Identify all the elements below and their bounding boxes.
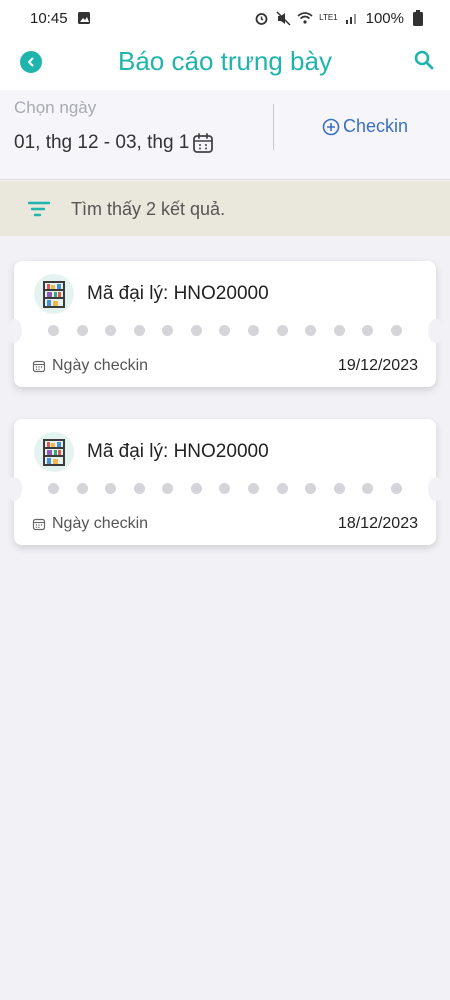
date-range-text: 01, thg 12 - 03, thg 1 <box>14 132 190 153</box>
sort-icon[interactable] <box>27 200 51 218</box>
result-bar: Tìm thấy 2 kết quả. <box>0 181 450 236</box>
checkin-date-label: Ngày checkin <box>32 515 148 533</box>
status-time: 10:45 <box>30 9 68 27</box>
search-icon <box>413 49 435 71</box>
status-right: LTE1 100% <box>253 10 426 27</box>
checkin-card[interactable]: Mã đại lý: HNO20000 Ngày checkin 18/12/2… <box>6 419 444 545</box>
search-button[interactable] <box>412 48 436 72</box>
checkin-date-label: Ngày checkin <box>32 357 148 375</box>
ticket-notch <box>428 319 444 343</box>
signal-icon <box>344 10 360 26</box>
date-label-text: Ngày checkin <box>52 515 149 532</box>
page-title: Báo cáo trưng bày <box>118 46 332 76</box>
checkin-card[interactable]: Mã đại lý: HNO20000 Ngày checkin 19/12/2… <box>6 261 444 387</box>
network-label: LTE1 <box>319 13 338 22</box>
dotted-separator <box>48 483 402 495</box>
date-range-value[interactable]: 01, thg 12 - 03, thg 1 <box>14 131 215 155</box>
filter-divider <box>273 104 274 150</box>
ticket-notch <box>6 477 22 501</box>
dotted-separator <box>48 325 402 337</box>
agent-code: Mã đại lý: HNO20000 <box>87 283 269 304</box>
checkin-date-value: 18/12/2023 <box>337 515 418 532</box>
checkin-date-value: 19/12/2023 <box>337 357 418 374</box>
filter-bar: Chọn ngày 01, thg 12 - 03, thg 1 Checkin <box>0 90 450 180</box>
gallery-icon <box>76 10 92 26</box>
date-picker-label: Chọn ngày <box>14 98 97 117</box>
battery-percent: 100% <box>365 9 404 27</box>
shelf-icon <box>34 274 74 314</box>
date-label-text: Ngày checkin <box>52 357 149 374</box>
calendar-icon <box>32 359 46 373</box>
checkin-label: Checkin <box>343 116 409 136</box>
calendar-icon <box>32 517 46 531</box>
agent-code: Mã đại lý: HNO20000 <box>87 441 269 462</box>
battery-icon <box>410 10 426 26</box>
shelf-icon <box>34 432 74 472</box>
status-left: 10:45 <box>30 10 92 27</box>
ticket-notch <box>6 319 22 343</box>
checkin-button[interactable]: Checkin <box>322 116 408 137</box>
alarm-icon <box>253 10 269 26</box>
ticket-notch <box>428 477 444 501</box>
date-range-picker[interactable]: Chọn ngày 01, thg 12 - 03, thg 1 <box>14 98 254 168</box>
calendar-icon[interactable] <box>191 131 215 155</box>
add-circle-icon <box>322 118 340 136</box>
status-bar: 10:45 LTE1 100% <box>0 0 450 36</box>
mute-icon <box>275 10 291 26</box>
app-header: Báo cáo trưng bày <box>0 36 450 90</box>
wifi-icon <box>297 10 313 26</box>
result-count-text: Tìm thấy 2 kết quả. <box>71 199 226 219</box>
